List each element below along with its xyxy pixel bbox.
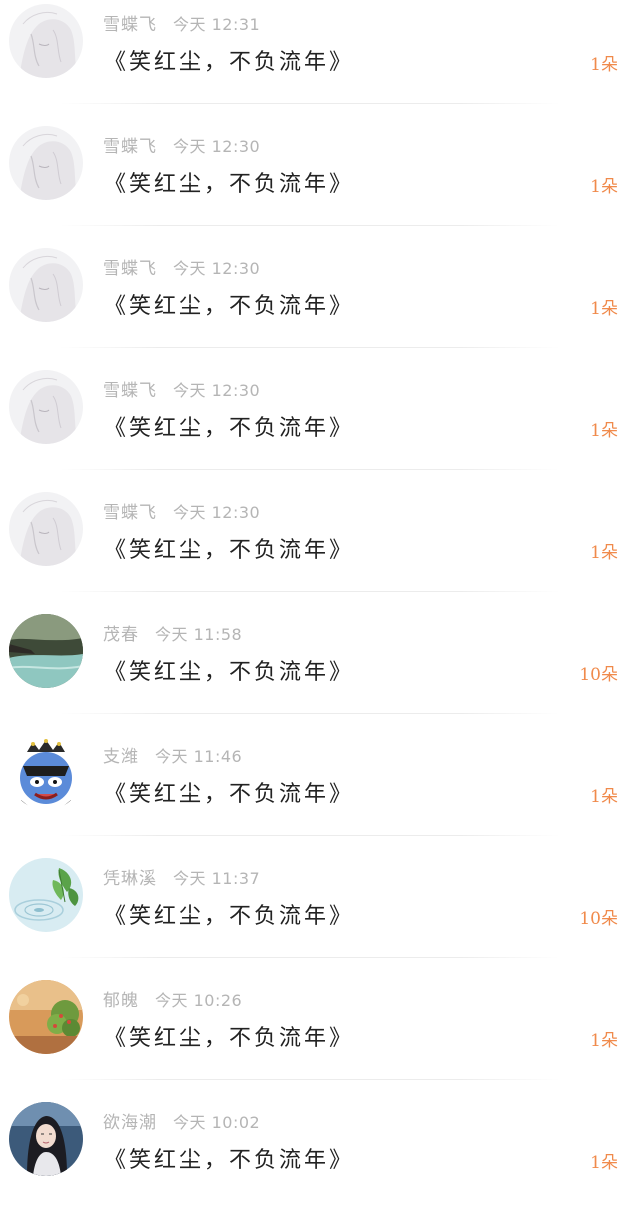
timestamp: 今天 10:02 — [173, 1113, 261, 1132]
list-item[interactable]: 欲海潮 今天 10:02 《笑红尘，不负流年》 1朵 — [0, 1098, 640, 1220]
timestamp: 今天 11:37 — [173, 869, 261, 888]
article-title[interactable]: 《笑红尘，不负流年》 — [104, 532, 354, 564]
gift-count: 1朵 — [590, 421, 618, 441]
avatar[interactable] — [9, 4, 83, 78]
username[interactable]: 茂春 — [103, 625, 139, 645]
article-title[interactable]: 《笑红尘，不负流年》 — [104, 776, 354, 808]
avatar[interactable] — [9, 736, 83, 810]
divider — [60, 957, 560, 958]
river-landscape-avatar — [9, 614, 83, 688]
gift-count: 1朵 — [590, 787, 618, 807]
timestamp: 今天 12:31 — [173, 15, 261, 34]
sketch-portrait-avatar — [9, 492, 83, 566]
divider — [60, 713, 560, 714]
message-meta: 欲海潮 今天 10:02 — [103, 1108, 260, 1133]
message-meta: 雪蝶飞 今天 12:30 — [103, 498, 260, 523]
gift-message-list: 雪蝶飞 今天 12:31 《笑红尘，不负流年》 1朵 雪蝶飞 今天 12:30 《笑… — [0, 0, 640, 1186]
article-title[interactable]: 《笑红尘，不负流年》 — [104, 288, 354, 320]
girl-portrait-avatar — [9, 1102, 83, 1176]
article-title[interactable]: 《笑红尘，不负流年》 — [104, 44, 354, 76]
gift-count: 1朵 — [590, 1153, 618, 1173]
message-meta: 雪蝶飞 今天 12:30 — [103, 254, 260, 279]
gift-count: 1朵 — [590, 177, 618, 197]
timestamp: 今天 12:30 — [173, 503, 261, 522]
username[interactable]: 支潍 — [103, 747, 139, 767]
gift-count: 10朵 — [579, 665, 618, 685]
message-meta: 雪蝶飞 今天 12:30 — [103, 132, 260, 157]
list-item[interactable]: 雪蝶飞 今天 12:31 《笑红尘，不负流年》 1朵 — [0, 0, 640, 122]
gift-count: 10朵 — [579, 909, 618, 929]
avatar[interactable] — [9, 1102, 83, 1176]
water-leaf-avatar — [9, 858, 83, 932]
divider — [60, 591, 560, 592]
divider — [60, 1079, 560, 1080]
message-meta: 郁魄 今天 10:26 — [103, 986, 242, 1011]
timestamp: 今天 11:58 — [155, 625, 243, 644]
gift-count: 1朵 — [590, 299, 618, 319]
message-meta: 雪蝶飞 今天 12:30 — [103, 376, 260, 401]
username[interactable]: 郁魄 — [103, 991, 139, 1011]
message-meta: 凭琳溪 今天 11:37 — [103, 864, 260, 889]
username[interactable]: 欲海潮 — [103, 1113, 157, 1133]
gift-count: 1朵 — [590, 1031, 618, 1051]
username[interactable]: 雪蝶飞 — [103, 381, 157, 401]
username[interactable]: 雪蝶飞 — [103, 137, 157, 157]
divider — [60, 469, 560, 470]
message-meta: 茂春 今天 11:58 — [103, 620, 242, 645]
article-title[interactable]: 《笑红尘，不负流年》 — [104, 410, 354, 442]
divider — [60, 835, 560, 836]
username[interactable]: 雪蝶飞 — [103, 503, 157, 523]
avatar[interactable] — [9, 858, 83, 932]
divider — [60, 225, 560, 226]
list-item[interactable]: 雪蝶飞 今天 12:30 《笑红尘，不负流年》 1朵 — [0, 244, 640, 366]
article-title[interactable]: 《笑红尘，不负流年》 — [104, 1142, 354, 1174]
article-title[interactable]: 《笑红尘，不负流年》 — [104, 166, 354, 198]
list-item[interactable]: 雪蝶飞 今天 12:30 《笑红尘，不负流年》 1朵 — [0, 366, 640, 488]
username[interactable]: 雪蝶飞 — [103, 259, 157, 279]
sketch-portrait-avatar — [9, 4, 83, 78]
timestamp: 今天 12:30 — [173, 259, 261, 278]
timestamp: 今天 11:46 — [155, 747, 243, 766]
sketch-portrait-avatar — [9, 126, 83, 200]
list-item[interactable]: 茂春 今天 11:58 《笑红尘，不负流年》 10朵 — [0, 610, 640, 732]
autumn-plant-avatar — [9, 980, 83, 1054]
avatar[interactable] — [9, 492, 83, 566]
list-item[interactable]: 支潍 今天 11:46 《笑红尘，不负流年》 1朵 — [0, 732, 640, 854]
list-item[interactable]: 郁魄 今天 10:26 《笑红尘，不负流年》 1朵 — [0, 976, 640, 1098]
avatar[interactable] — [9, 126, 83, 200]
sketch-portrait-avatar — [9, 370, 83, 444]
username[interactable]: 雪蝶飞 — [103, 15, 157, 35]
list-item[interactable]: 雪蝶飞 今天 12:30 《笑红尘，不负流年》 1朵 — [0, 122, 640, 244]
list-item[interactable]: 雪蝶飞 今天 12:30 《笑红尘，不负流年》 1朵 — [0, 488, 640, 610]
avatar[interactable] — [9, 980, 83, 1054]
message-meta: 雪蝶飞 今天 12:31 — [103, 10, 260, 35]
username[interactable]: 凭琳溪 — [103, 869, 157, 889]
message-meta: 支潍 今天 11:46 — [103, 742, 242, 767]
cartoon-character-avatar — [9, 736, 83, 810]
divider — [60, 103, 560, 104]
timestamp: 今天 12:30 — [173, 137, 261, 156]
avatar[interactable] — [9, 370, 83, 444]
timestamp: 今天 10:26 — [155, 991, 243, 1010]
divider — [60, 347, 560, 348]
gift-count: 1朵 — [590, 55, 618, 75]
avatar[interactable] — [9, 614, 83, 688]
article-title[interactable]: 《笑红尘，不负流年》 — [104, 898, 354, 930]
article-title[interactable]: 《笑红尘，不负流年》 — [104, 1020, 354, 1052]
gift-count: 1朵 — [590, 543, 618, 563]
list-item[interactable]: 凭琳溪 今天 11:37 《笑红尘，不负流年》 10朵 — [0, 854, 640, 976]
timestamp: 今天 12:30 — [173, 381, 261, 400]
avatar[interactable] — [9, 248, 83, 322]
sketch-portrait-avatar — [9, 248, 83, 322]
article-title[interactable]: 《笑红尘，不负流年》 — [104, 654, 354, 686]
